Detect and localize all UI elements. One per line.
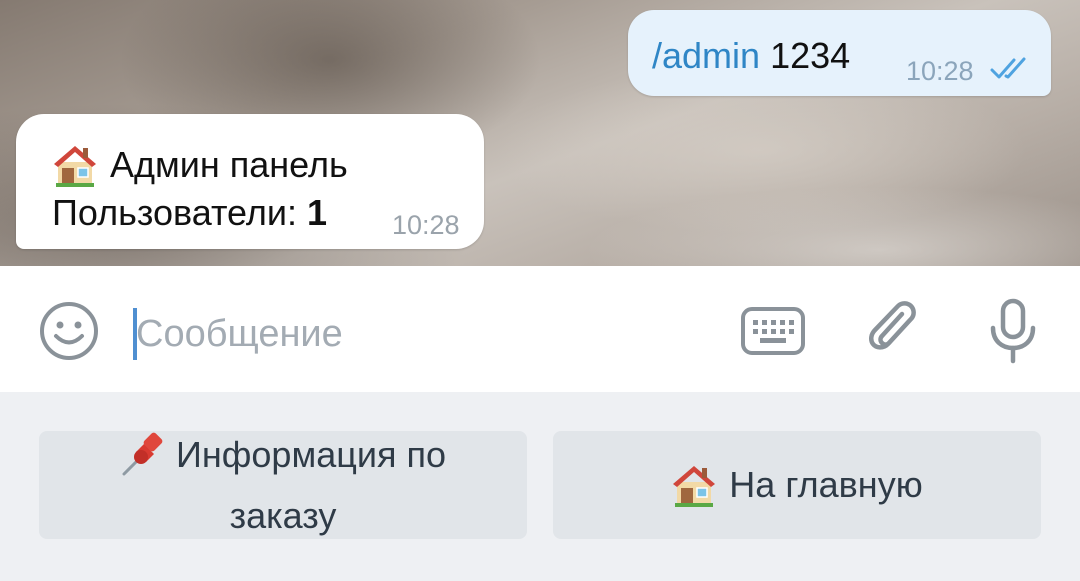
house-icon [673,466,716,507]
message-time: 10:28 [906,56,974,86]
chat-background: /admin 1234 10:28 Админ панель Пользоват… [0,0,1080,266]
message-time: 10:28 [392,210,460,240]
pushpin-icon [122,432,163,475]
double-check-read-icon [990,57,1026,79]
command-argument: 1234 [770,35,851,76]
order-info-line2: заказу [229,494,337,536]
reply-keyboard: Информация по заказу На главную [0,392,1080,581]
house-icon [54,146,96,187]
order-info-label: Информация по заказу [120,430,446,541]
incoming-message[interactable]: Админ панель Пользователи: 1 10:28 [16,114,484,249]
outgoing-message[interactable]: /admin 1234 10:28 [628,10,1051,96]
bot-command-link[interactable]: /admin [652,35,760,76]
message-input[interactable] [136,306,696,362]
message-composer [0,266,1080,392]
microphone-icon[interactable] [986,298,1040,364]
users-line: Пользователи: 1 [52,192,327,234]
message-text: /admin 1234 [652,35,850,77]
message-title: Админ панель [52,142,348,188]
smile-icon[interactable] [38,300,100,362]
users-label: Пользователи: [52,192,297,233]
order-info-line1: Информация по [176,433,446,475]
home-button[interactable]: На главную [553,431,1041,539]
order-info-button[interactable]: Информация по заказу [39,431,527,539]
home-button-label: На главную [729,464,923,505]
users-count: 1 [306,192,328,233]
keyboard-icon[interactable] [740,306,806,356]
message-title-text: Админ панель [110,144,348,185]
paperclip-icon[interactable] [864,300,926,362]
